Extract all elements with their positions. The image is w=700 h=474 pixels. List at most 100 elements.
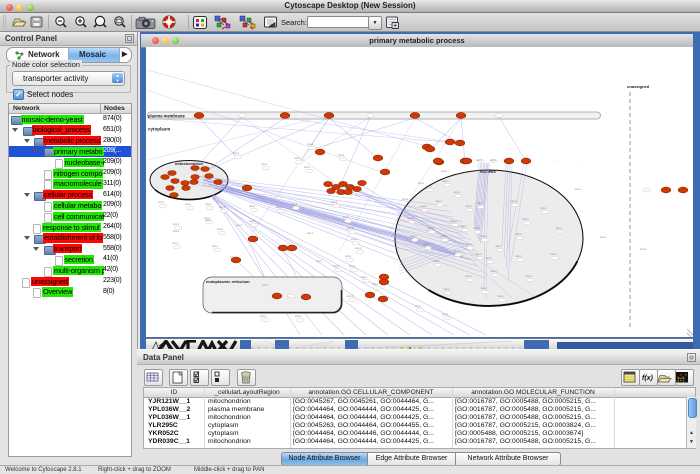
svg-text:xxx-x: xxx-x bbox=[526, 275, 533, 278]
svg-text:xxx-x: xxx-x bbox=[173, 223, 180, 226]
svg-text:xxx-x: xxx-x bbox=[496, 245, 503, 248]
svg-text:...: ... bbox=[367, 115, 369, 118]
svg-text:xxx-x: xxx-x bbox=[316, 260, 323, 263]
svg-text:xxx-x: xxx-x bbox=[249, 205, 256, 208]
svg-text:xxx-x: xxx-x bbox=[418, 182, 425, 185]
svg-text:...: ... bbox=[172, 189, 174, 192]
svg-text:xxx-x: xxx-x bbox=[236, 224, 243, 227]
svg-text:xxx-x: xxx-x bbox=[233, 152, 240, 155]
svg-text:.. ..: .. .. bbox=[580, 160, 584, 163]
svg-text:...: ... bbox=[496, 115, 498, 118]
svg-text:xxx-x: xxx-x bbox=[415, 305, 422, 308]
svg-text:xxx-x: xxx-x bbox=[411, 235, 418, 238]
svg-text:xxx-x: xxx-x bbox=[307, 143, 314, 146]
svg-text:xxx-x: xxx-x bbox=[640, 248, 647, 251]
svg-text:xxx-x: xxx-x bbox=[349, 265, 356, 268]
svg-text:xxx-x: xxx-x bbox=[441, 170, 448, 173]
svg-text:cytoplasm: cytoplasm bbox=[148, 127, 170, 132]
svg-text:xxx-x: xxx-x bbox=[454, 191, 461, 194]
svg-text:... ..: ... .. bbox=[642, 189, 647, 192]
svg-text:xxx-x: xxx-x bbox=[249, 220, 256, 223]
svg-text:endoplasmic reticulum: endoplasmic reticulum bbox=[206, 279, 250, 284]
svg-text:xxx-x: xxx-x bbox=[261, 163, 268, 166]
svg-text:xxx-x: xxx-x bbox=[454, 250, 461, 253]
svg-text:xxx-x: xxx-x bbox=[372, 283, 379, 286]
svg-text:xxx-x: xxx-x bbox=[434, 260, 441, 263]
svg-text:xxx-x: xxx-x bbox=[426, 185, 433, 188]
svg-text:xxx-x: xxx-x bbox=[172, 242, 179, 245]
svg-text:...: ... bbox=[203, 183, 205, 186]
svg-text:xxx-x: xxx-x bbox=[511, 200, 518, 203]
svg-text:xxx-x: xxx-x bbox=[205, 219, 212, 222]
svg-text:xxx-x: xxx-x bbox=[361, 276, 368, 279]
svg-text:xxx-x: xxx-x bbox=[461, 225, 468, 228]
svg-text:...: ... bbox=[287, 295, 289, 298]
svg-text:...: ... bbox=[239, 115, 241, 118]
svg-text:xxx-x: xxx-x bbox=[477, 202, 484, 205]
svg-text:...: ... bbox=[195, 170, 197, 173]
svg-text:xxx-x: xxx-x bbox=[481, 287, 488, 290]
svg-text:xxx-x: xxx-x bbox=[408, 217, 415, 220]
svg-text:xxx-x: xxx-x bbox=[260, 315, 267, 318]
svg-text:xxx-x: xxx-x bbox=[294, 157, 301, 160]
svg-text:xxx-x: xxx-x bbox=[355, 247, 362, 250]
svg-text:xxx-x: xxx-x bbox=[217, 228, 224, 231]
svg-text:xxx-x: xxx-x bbox=[347, 227, 354, 230]
svg-text:xxx-x: xxx-x bbox=[185, 203, 192, 206]
svg-text:xxx-x: xxx-x bbox=[291, 203, 298, 206]
svg-text:xxx-x: xxx-x bbox=[402, 198, 409, 201]
svg-text:xxx-x: xxx-x bbox=[219, 206, 226, 209]
svg-text:f(x): f(x) bbox=[642, 375, 654, 382]
svg-text:xxx-x: xxx-x bbox=[556, 227, 563, 230]
svg-text:xxx-x: xxx-x bbox=[343, 216, 350, 219]
svg-text:xxx-x: xxx-x bbox=[491, 270, 498, 273]
svg-text:xxx-x: xxx-x bbox=[421, 205, 428, 208]
svg-text:xxx-x: xxx-x bbox=[476, 159, 483, 162]
svg-text:xxx-x: xxx-x bbox=[345, 255, 352, 258]
svg-text:xxx-x: xxx-x bbox=[600, 236, 607, 239]
svg-text:...: ... bbox=[180, 165, 182, 168]
svg-text:xxx-x: xxx-x bbox=[307, 232, 314, 235]
svg-text:xxx-x: xxx-x bbox=[158, 201, 165, 204]
svg-text:xxx-x: xxx-x bbox=[331, 201, 338, 204]
svg-text:xxx-x: xxx-x bbox=[230, 256, 237, 259]
svg-text:xxx-x: xxx-x bbox=[295, 315, 302, 318]
svg-text:xxx-x: xxx-x bbox=[441, 235, 448, 238]
svg-text:xxx-x: xxx-x bbox=[466, 205, 473, 208]
svg-text:xxx-x: xxx-x bbox=[442, 313, 449, 316]
svg-text:xxx-x: xxx-x bbox=[474, 227, 481, 230]
svg-text:xxx-x: xxx-x bbox=[466, 275, 473, 278]
svg-text:...: ... bbox=[177, 177, 179, 180]
svg-text:xxx-x: xxx-x bbox=[205, 203, 212, 206]
svg-text:xxx-x: xxx-x bbox=[476, 253, 483, 256]
svg-text:xxx-x: xxx-x bbox=[481, 235, 488, 238]
svg-text:xxx-x: xxx-x bbox=[466, 243, 473, 246]
svg-text:...: ... bbox=[187, 191, 189, 194]
svg-text:unassigned: unassigned bbox=[627, 84, 650, 89]
svg-text:plasma membrane: plasma membrane bbox=[148, 114, 185, 119]
svg-text:xxx-x: xxx-x bbox=[498, 295, 505, 298]
svg-text:xxx-x: xxx-x bbox=[424, 243, 431, 246]
svg-text:xxx-x: xxx-x bbox=[541, 207, 548, 210]
svg-text:xxx-x: xxx-x bbox=[276, 206, 283, 209]
svg-text:xxx-x: xxx-x bbox=[333, 265, 340, 268]
svg-text:xxx-x: xxx-x bbox=[173, 230, 180, 233]
svg-text:xxx-x: xxx-x bbox=[436, 200, 443, 203]
svg-text:... ..: ... .. bbox=[552, 160, 557, 163]
svg-text:xxx-x: xxx-x bbox=[486, 257, 493, 260]
svg-text:xxx-x: xxx-x bbox=[575, 188, 582, 191]
svg-text:xxx-x: xxx-x bbox=[444, 288, 451, 291]
svg-text:xxx-x: xxx-x bbox=[523, 218, 530, 221]
svg-text:xxx-x: xxx-x bbox=[443, 180, 450, 183]
svg-text:xxx-x: xxx-x bbox=[351, 238, 358, 241]
svg-text:xxx-x: xxx-x bbox=[428, 227, 435, 230]
svg-text:xxx-x: xxx-x bbox=[347, 295, 354, 298]
svg-text:xxx-x: xxx-x bbox=[516, 233, 523, 236]
svg-text:xxx-x: xxx-x bbox=[212, 245, 219, 248]
svg-text:xxx-x: xxx-x bbox=[304, 166, 311, 169]
svg-text:xxx-x: xxx-x bbox=[551, 253, 558, 256]
svg-text:xxx-x: xxx-x bbox=[338, 154, 345, 157]
svg-text:xxx-x: xxx-x bbox=[262, 284, 269, 287]
svg-text:xxx-x: xxx-x bbox=[516, 255, 523, 258]
svg-text:xxx-x: xxx-x bbox=[451, 220, 458, 223]
